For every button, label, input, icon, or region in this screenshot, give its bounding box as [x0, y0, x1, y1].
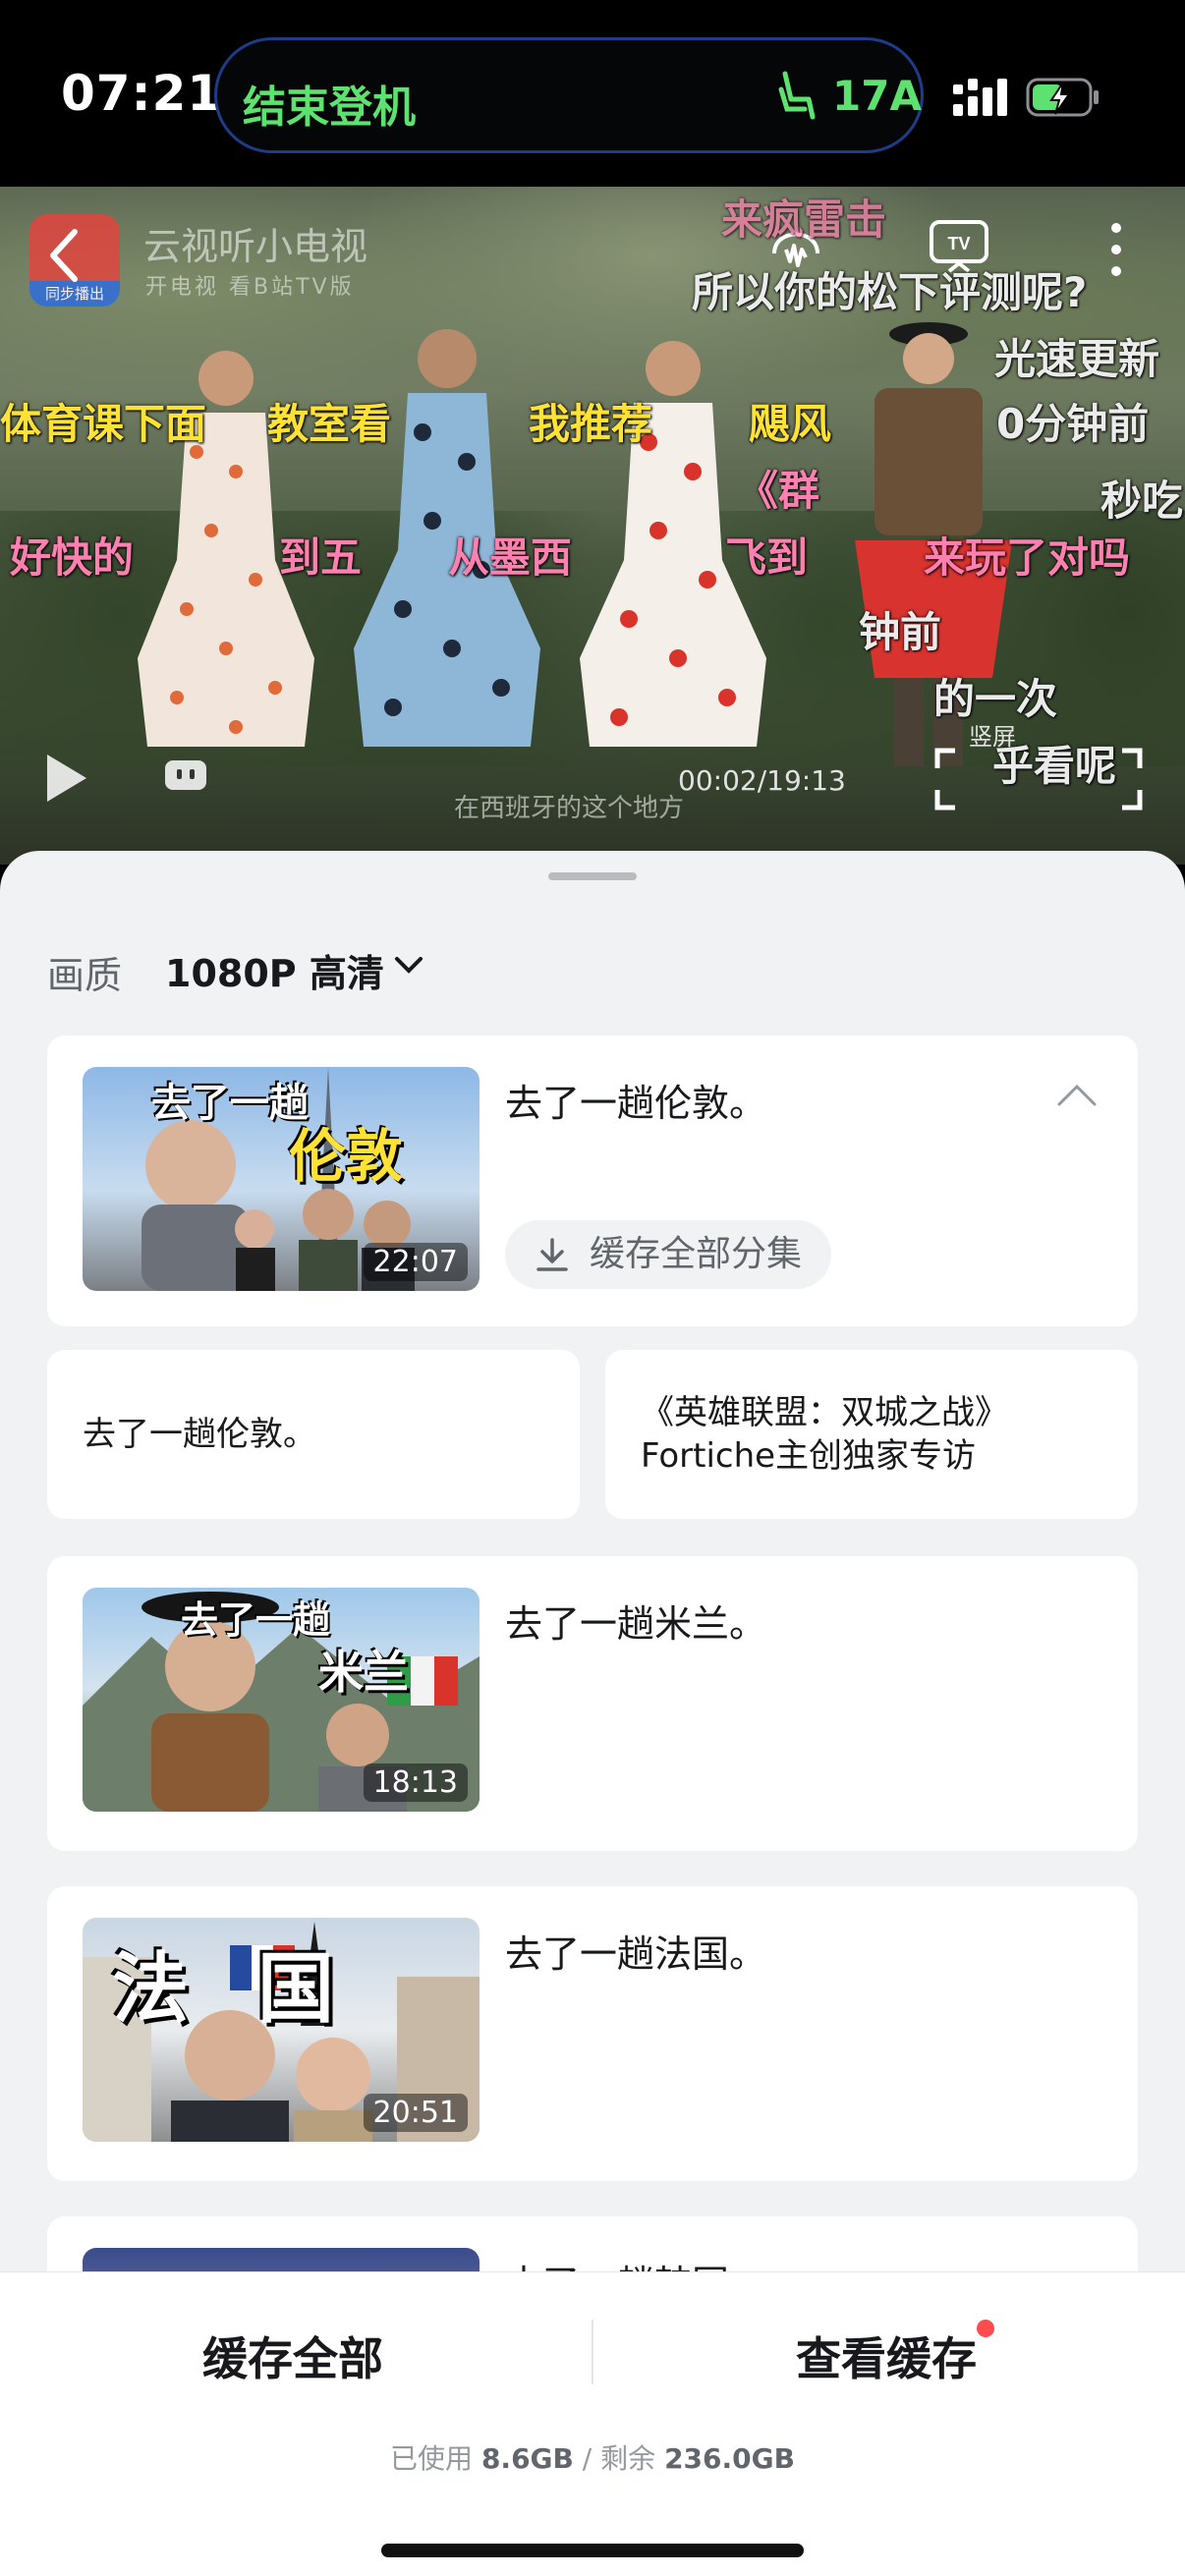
danmaku-toggle-icon[interactable]	[163, 756, 208, 794]
quality-label: 画质	[47, 954, 123, 997]
collection-card-london[interactable]: 去了一趟 伦敦 22:07 去了一趟伦敦。 缓存全部分集	[47, 1036, 1138, 1326]
cache-all-button[interactable]: 缓存全部	[202, 2324, 383, 2388]
danmaku-comment: 飞到	[725, 533, 809, 582]
svg-text:TV: TV	[947, 234, 970, 253]
danmaku-comment: 所以你的松下评测呢?	[692, 268, 1088, 316]
danmaku-comment: 来疯雷击	[721, 196, 887, 244]
video-player[interactable]: 同步播出 云视听小电视 开电视 看B站TV版 TV 来疯雷击 所以你的松下评测呢…	[0, 187, 1185, 865]
video-subtitle: 在西班牙的这个地方	[454, 794, 685, 823]
live-activity-title: 结束登机	[243, 83, 416, 133]
danmaku-comment: 到五	[279, 533, 363, 582]
thumbnail-caption-big: 法国	[112, 1945, 404, 2034]
storage-free-label: 剩余	[600, 2442, 656, 2475]
episode-tile[interactable]: 去了一趟伦敦。	[47, 1350, 580, 1519]
thumbnail-caption: 去了一趟	[151, 1081, 309, 1126]
status-bar: 07:21 结束登机 17A	[0, 0, 1185, 187]
more-icon[interactable]	[1106, 220, 1126, 279]
danmaku-comment: 从墨西	[448, 533, 573, 582]
chevron-up-icon[interactable]	[1055, 1083, 1099, 1108]
battery-charging-icon	[1026, 78, 1099, 117]
video-duration: 22:07	[363, 1243, 468, 1281]
danmaku-comment: 体育课下面	[0, 400, 207, 448]
app-promo-subtitle: 开电视 看B站TV版	[145, 275, 355, 300]
danmaku-comment: 钟前	[859, 608, 942, 656]
seat-icon	[778, 71, 816, 120]
view-cache-button[interactable]: 查看缓存	[796, 2324, 977, 2388]
play-icon[interactable]	[41, 751, 90, 806]
download-icon	[536, 1238, 568, 1271]
video-thumbnail: 去了一趟 米兰 18:13	[83, 1588, 480, 1812]
collection-title: 去了一趟伦敦。	[505, 1082, 767, 1125]
fullscreen-icon[interactable]	[933, 747, 1144, 812]
danmaku-comment: 《群	[737, 467, 820, 515]
cache-all-episodes-button[interactable]: 缓存全部分集	[505, 1220, 832, 1289]
danmaku-comment: 飓风	[749, 400, 832, 448]
sheet-grabber[interactable]	[548, 872, 637, 880]
storage-free-value: 236.0GB	[664, 2442, 795, 2475]
clock: 07:21	[61, 65, 223, 122]
collection-title: 去了一趟法国。	[505, 1932, 767, 1976]
episode-title-line2: Fortiche主创独家专访	[641, 1436, 977, 1476]
danmaku-comment: 我推荐	[529, 400, 653, 448]
storage-used-value: 8.6GB	[480, 2442, 574, 2475]
action-divider	[592, 2320, 593, 2384]
collection-card-milan[interactable]: 去了一趟 米兰 18:13 去了一趟米兰。	[47, 1556, 1138, 1851]
danmaku-comment: 0分钟前	[996, 400, 1150, 448]
danmaku-comment: 来玩了对吗	[924, 533, 1131, 582]
danmaku-comment: 光速更新	[994, 335, 1160, 383]
episode-title-line1: 《英雄联盟：双城之战》	[641, 1393, 1008, 1432]
storage-info: 已使用 8.6GB / 剩余 236.0GB	[0, 2437, 1185, 2477]
danmaku-comment: 秒吃	[1100, 476, 1184, 525]
danmaku-comment: 教室看	[267, 400, 392, 448]
cellular-signal-icon	[953, 79, 1007, 116]
video-thumbnail: 法国 20:51	[83, 1918, 480, 2142]
live-activity-boarding[interactable]: 结束登机 17A	[214, 37, 924, 153]
video-duration: 20:51	[363, 2094, 468, 2132]
notification-dot	[977, 2320, 994, 2337]
back-icon[interactable]	[45, 226, 85, 285]
episode-tile[interactable]: 《英雄联盟：双城之战》 Fortiche主创独家专访	[605, 1350, 1138, 1519]
thumbnail-caption-big: 米兰	[318, 1646, 409, 1699]
storage-used-label: 已使用	[390, 2442, 474, 2475]
quality-selector[interactable]: 1080P 高清	[165, 943, 384, 997]
storage-separator: /	[582, 2442, 592, 2475]
home-indicator[interactable]	[381, 2544, 804, 2557]
collection-title: 去了一趟米兰。	[505, 1602, 767, 1646]
chevron-down-icon[interactable]	[393, 955, 424, 977]
episode-title: 去了一趟伦敦。	[83, 1415, 316, 1454]
thumbnail-caption-big: 伦敦	[289, 1123, 404, 1190]
seat-number: 17A	[832, 72, 922, 120]
video-timecode: 00:02/19:13	[678, 764, 846, 797]
app-promo-name: 云视听小电视	[143, 225, 368, 268]
thumbnail-caption: 去了一趟	[181, 1598, 331, 1642]
danmaku-comment: 好快的	[10, 533, 135, 582]
video-thumbnail: 去了一趟 伦敦 22:07	[83, 1067, 480, 1291]
collection-card-france[interactable]: 法国 20:51 去了一趟法国。	[47, 1886, 1138, 2181]
bottom-action-bar: 缓存全部 查看缓存 已使用 8.6GB / 剩余 236.0GB	[0, 2271, 1185, 2576]
video-duration: 18:13	[363, 1764, 468, 1802]
cache-all-episodes-label: 缓存全部分集	[590, 1234, 803, 1274]
